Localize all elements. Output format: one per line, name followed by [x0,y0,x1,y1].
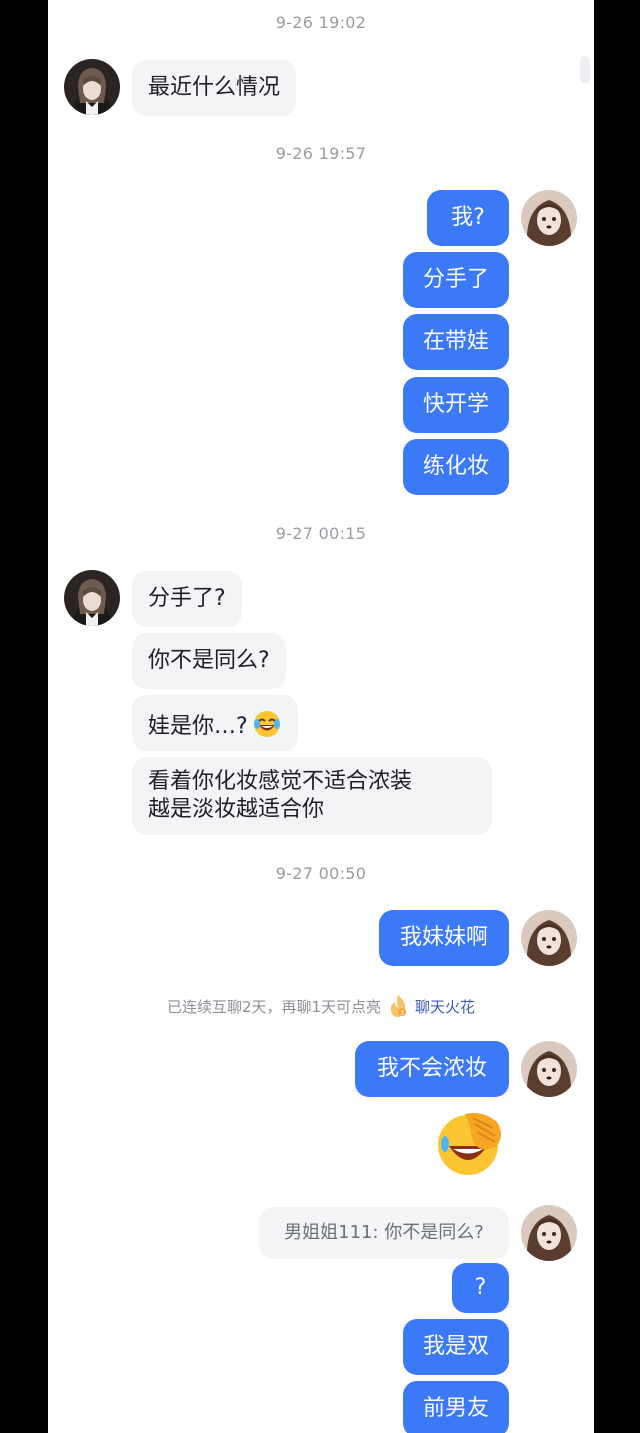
chat-spark-link[interactable]: 聊天火花 [415,998,475,1016]
facepalm-emoji-icon[interactable] [435,1108,505,1178]
message-bubble-outgoing[interactable]: 我不会浓妆 [355,1041,509,1097]
chat-screen: 9-26 19:02 最近什么情况 9-26 19:57 我? 分手了 在带娃 … [48,0,594,1433]
laughing-emoji-icon [252,709,282,747]
message-bubble-incoming[interactable]: 看着你化妆感觉不适合浓装 越是淡妆越适合你 [132,757,492,835]
chat-spark-notice: 已连续互聊2天，再聊1天可点亮 3 聊天火花 [48,994,594,1022]
timestamp: 9-27 00:15 [275,524,367,543]
quoted-reply-bubble[interactable]: 男姐姐111: 你不是同么? [259,1207,509,1259]
message-bubble-incoming[interactable]: 最近什么情况 [132,60,297,116]
message-bubble-outgoing[interactable]: 快开学 [403,377,509,433]
message-line: 看着你化妆感觉不适合浓装 [148,769,413,794]
message-bubble-outgoing[interactable]: ? [452,1263,509,1313]
message-bubble-incoming[interactable]: 娃是你…? [132,695,298,751]
timestamp: 9-26 19:02 [275,13,367,32]
message-bubble-outgoing[interactable]: 在带娃 [403,314,509,370]
my-avatar[interactable] [521,910,577,966]
message-bubble-outgoing[interactable]: 我是双 [403,1319,509,1375]
scroll-indicator[interactable] [580,56,590,84]
my-avatar[interactable] [521,1041,577,1097]
timestamp: 9-27 00:50 [275,864,367,883]
message-bubble-outgoing[interactable]: 前男友 [403,1381,509,1433]
message-bubble-outgoing[interactable]: 我妹妹啊 [379,910,509,966]
flame-icon: 3 [387,994,409,1022]
svg-text:3: 3 [400,1010,404,1017]
message-bubble-outgoing[interactable]: 分手了 [403,252,509,308]
contact-avatar[interactable] [64,570,120,626]
timestamp: 9-26 19:57 [275,144,367,163]
notice-text: 已连续互聊2天，再聊1天可点亮 [166,998,382,1016]
message-text: 娃是你…? [148,714,248,739]
message-bubble-outgoing[interactable]: 我? [427,190,509,246]
message-line: 越是淡妆越适合你 [148,797,325,822]
message-bubble-outgoing[interactable]: 练化妆 [403,439,509,495]
my-avatar[interactable] [521,190,577,246]
contact-avatar[interactable] [64,59,120,115]
my-avatar[interactable] [521,1205,577,1261]
message-bubble-incoming[interactable]: 你不是同么? [132,633,286,689]
message-bubble-incoming[interactable]: 分手了? [132,571,242,627]
